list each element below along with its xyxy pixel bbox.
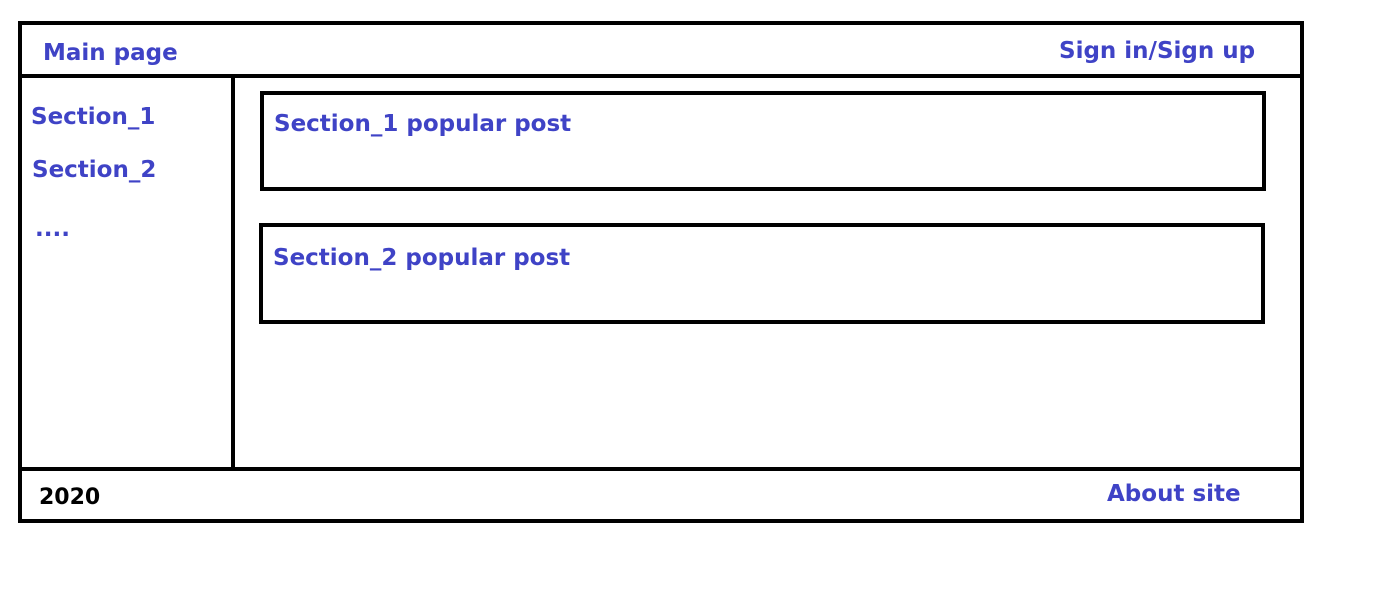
sidebar-item-section-1[interactable]: Section_1 (31, 106, 155, 129)
sign-in-sign-up-link[interactable]: Sign in/Sign up (1059, 40, 1255, 63)
sidebar-divider (231, 74, 235, 467)
sidebar-item-more[interactable]: .... (35, 218, 70, 241)
footer-year: 2020 (39, 485, 101, 510)
popular-post-section-2[interactable]: Section_2 popular post (259, 223, 1265, 324)
page-frame: Main page Sign in/Sign up Section_1 Sect… (18, 21, 1304, 523)
header-divider (22, 74, 1300, 78)
popular-post-section-1[interactable]: Section_1 popular post (260, 91, 1266, 191)
sidebar-item-section-2[interactable]: Section_2 (32, 159, 156, 182)
footer-divider (22, 467, 1300, 471)
post-title: Section_2 popular post (273, 245, 571, 271)
post-title: Section_1 popular post (274, 111, 572, 137)
about-site-link[interactable]: About site (1107, 483, 1241, 506)
main-page-link[interactable]: Main page (43, 42, 178, 65)
